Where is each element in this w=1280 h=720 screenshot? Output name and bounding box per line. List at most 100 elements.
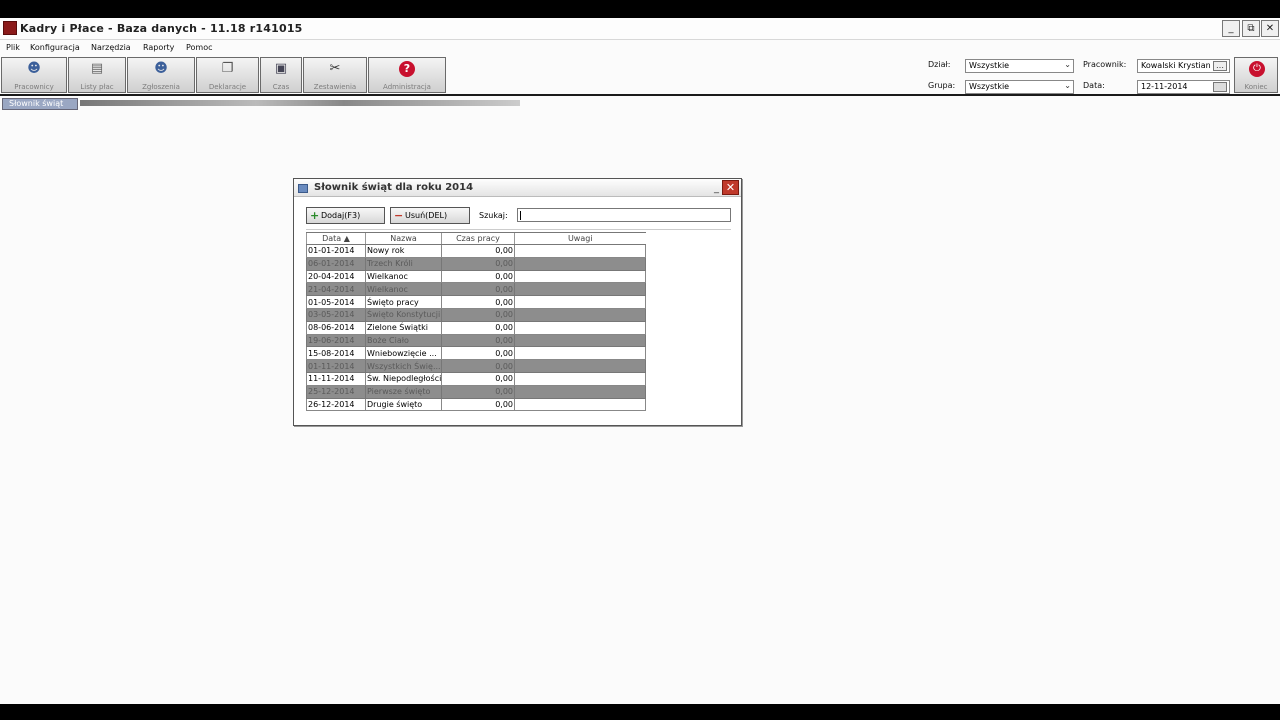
table-row[interactable]: 06-01-2014 Trzech Króli 0,00 xyxy=(306,256,646,271)
cell-nazwa[interactable]: Święto Konstytucji xyxy=(365,307,442,322)
table-row[interactable]: 01-11-2014 Wszystkich Świę... 0,00 xyxy=(306,359,646,373)
column-header-czas-pracy[interactable]: Czas pracy xyxy=(441,232,515,245)
table-row[interactable]: 19-06-2014 Boże Ciało 0,00 xyxy=(306,333,646,348)
cell-czas-pracy[interactable]: 0,00 xyxy=(441,269,515,284)
cell-uwagi[interactable] xyxy=(514,333,646,348)
cell-nazwa[interactable]: Wielkanoc xyxy=(365,269,442,284)
toolbar-administracja-button[interactable]: ? Administracja xyxy=(368,57,446,93)
menu-konfiguracja[interactable]: Konfiguracja xyxy=(30,43,80,52)
toolbar-listy-plac-button[interactable]: ▤ Listy płac xyxy=(68,57,126,93)
cell-czas-pracy[interactable]: 0,00 xyxy=(441,256,515,271)
dialog-title-bar[interactable]: Słownik świąt dla roku 2014 _ ✕ xyxy=(294,179,741,197)
cell-data[interactable]: 08-06-2014 xyxy=(306,320,366,335)
cell-nazwa[interactable]: Wniebowzięcie ... xyxy=(365,346,442,361)
toolbar-zestawienia-button[interactable]: ✂ Zestawienia xyxy=(303,57,367,93)
cell-czas-pracy[interactable]: 0,00 xyxy=(441,384,515,399)
table-row[interactable]: 11-11-2014 Św. Niepodległości 0,00 xyxy=(306,371,646,386)
menu-narzedzia[interactable]: Narzędzia xyxy=(91,43,131,52)
table-row[interactable]: 01-05-2014 Święto pracy 0,00 xyxy=(306,295,646,309)
cell-uwagi[interactable] xyxy=(514,320,646,335)
menu-pomoc[interactable]: Pomoc xyxy=(186,43,213,52)
dzial-select[interactable]: Wszystkie ⌄ xyxy=(965,59,1074,73)
cell-nazwa[interactable]: Św. Niepodległości xyxy=(365,371,442,386)
cell-czas-pracy[interactable]: 0,00 xyxy=(441,371,515,386)
cell-data[interactable]: 15-08-2014 xyxy=(306,346,366,361)
column-header-nazwa[interactable]: Nazwa xyxy=(365,232,442,245)
cell-czas-pracy[interactable]: 0,00 xyxy=(441,346,515,361)
cell-data[interactable]: 25-12-2014 xyxy=(306,384,366,399)
table-row[interactable]: 25-12-2014 Pierwsze święto 0,00 xyxy=(306,384,646,399)
cell-uwagi[interactable] xyxy=(514,295,646,309)
cell-data[interactable]: 26-12-2014 xyxy=(306,397,366,412)
add-button[interactable]: + Dodaj(F3) xyxy=(306,207,385,224)
cell-nazwa[interactable]: Święto pracy xyxy=(365,295,442,309)
cell-data[interactable]: 01-11-2014 xyxy=(306,359,366,373)
table-row[interactable]: 20-04-2014 Wielkanoc 0,00 xyxy=(306,269,646,284)
cell-nazwa[interactable]: Boże Ciało xyxy=(365,333,442,348)
cell-czas-pracy[interactable]: 0,00 xyxy=(441,397,515,412)
cell-nazwa[interactable]: Trzech Króli xyxy=(365,256,442,271)
cell-czas-pracy[interactable]: 0,00 xyxy=(441,320,515,335)
toolbar-zgloszenia-button[interactable]: ☻ Zgłoszenia xyxy=(127,57,195,93)
cell-data[interactable]: 19-06-2014 xyxy=(306,333,366,348)
cell-czas-pracy[interactable]: 0,00 xyxy=(441,307,515,322)
minus-icon: − xyxy=(394,209,404,222)
cell-data[interactable]: 06-01-2014 xyxy=(306,256,366,271)
cell-uwagi[interactable] xyxy=(514,346,646,361)
app-window: Kadry i Płace - Baza danych - 11.18 r141… xyxy=(0,18,1280,704)
cell-czas-pracy[interactable]: 0,00 xyxy=(441,333,515,348)
toolbar-pracownicy-button[interactable]: ☻ Pracownicy xyxy=(1,57,67,93)
grupa-select[interactable]: Wszystkie ⌄ xyxy=(965,80,1074,94)
search-input[interactable] xyxy=(517,208,731,222)
cell-data[interactable]: 21-04-2014 xyxy=(306,282,366,297)
menu-plik[interactable]: Plik xyxy=(6,43,20,52)
table-row[interactable]: 15-08-2014 Wniebowzięcie ... 0,00 xyxy=(306,346,646,361)
delete-button[interactable]: − Usuń(DEL) xyxy=(390,207,470,224)
column-header-uwagi[interactable]: Uwagi xyxy=(514,232,646,245)
cell-data[interactable]: 03-05-2014 xyxy=(306,307,366,322)
tab-slownik-swiat[interactable]: Słownik świąt xyxy=(2,98,78,110)
menu-raporty[interactable]: Raporty xyxy=(143,43,174,52)
cell-uwagi[interactable] xyxy=(514,359,646,373)
table-row[interactable]: 26-12-2014 Drugie święto 0,00 xyxy=(306,397,646,412)
minimize-button[interactable]: _ xyxy=(1222,20,1240,37)
cell-data[interactable]: 01-01-2014 xyxy=(306,244,366,258)
cell-uwagi[interactable] xyxy=(514,269,646,284)
cell-nazwa[interactable]: Zielone Świątki xyxy=(365,320,442,335)
cell-nazwa[interactable]: Drugie święto xyxy=(365,397,442,412)
cell-uwagi[interactable] xyxy=(514,307,646,322)
table-row[interactable]: 08-06-2014 Zielone Świątki 0,00 xyxy=(306,320,646,335)
cell-uwagi[interactable] xyxy=(514,384,646,399)
cell-czas-pracy[interactable]: 0,00 xyxy=(441,282,515,297)
data-field[interactable]: 12-11-2014 xyxy=(1137,80,1230,94)
toolbar-deklaracje-button[interactable]: ❐ Deklaracje xyxy=(196,57,259,93)
cell-uwagi[interactable] xyxy=(514,371,646,386)
column-header-data[interactable]: Data ▲ xyxy=(306,232,366,245)
cell-czas-pracy[interactable]: 0,00 xyxy=(441,295,515,309)
cell-data[interactable]: 11-11-2014 xyxy=(306,371,366,386)
calendar-picker-icon[interactable] xyxy=(1213,82,1227,92)
cell-czas-pracy[interactable]: 0,00 xyxy=(441,244,515,258)
toolbar-czas-button[interactable]: ▣ Czas xyxy=(260,57,302,93)
table-row[interactable]: 03-05-2014 Święto Konstytucji 0,00 xyxy=(306,307,646,322)
table-row[interactable]: 01-01-2014 Nowy rok 0,00 xyxy=(306,244,646,258)
dialog-close-button[interactable]: ✕ xyxy=(722,180,739,195)
restore-button[interactable]: ⧉ xyxy=(1242,20,1260,37)
cell-data[interactable]: 20-04-2014 xyxy=(306,269,366,284)
close-window-button[interactable]: ✕ xyxy=(1261,20,1279,37)
dialog-minimize-button[interactable]: _ xyxy=(714,183,719,194)
cell-uwagi[interactable] xyxy=(514,282,646,297)
cell-nazwa[interactable]: Wielkanoc xyxy=(365,282,442,297)
cell-data[interactable]: 01-05-2014 xyxy=(306,295,366,309)
lookup-icon[interactable]: … xyxy=(1213,61,1227,71)
cell-uwagi[interactable] xyxy=(514,256,646,271)
cell-uwagi[interactable] xyxy=(514,397,646,412)
pracownik-field[interactable]: Kowalski Krystian … xyxy=(1137,59,1230,73)
cell-uwagi[interactable] xyxy=(514,244,646,258)
exit-app-button[interactable]: ⏻ Koniec xyxy=(1234,57,1278,93)
cell-nazwa[interactable]: Wszystkich Świę... xyxy=(365,359,442,373)
cell-nazwa[interactable]: Nowy rok xyxy=(365,244,442,258)
table-row[interactable]: 21-04-2014 Wielkanoc 0,00 xyxy=(306,282,646,297)
cell-nazwa[interactable]: Pierwsze święto xyxy=(365,384,442,399)
cell-czas-pracy[interactable]: 0,00 xyxy=(441,359,515,373)
